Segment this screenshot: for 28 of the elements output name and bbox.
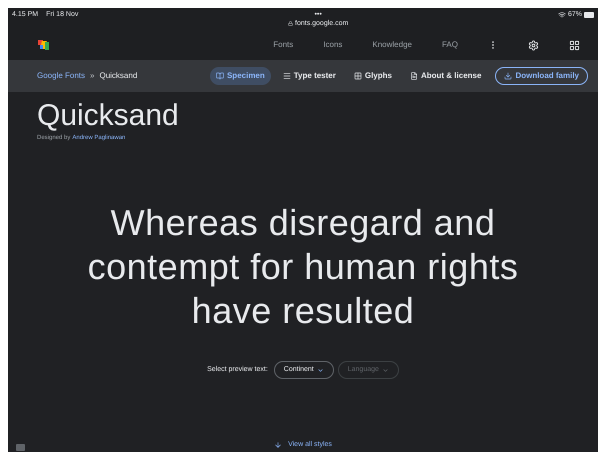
nav-link[interactable]: Knowledge (372, 39, 412, 51)
wifi-icon (558, 11, 566, 20)
caret-icon (382, 366, 389, 374)
breadcrumb-current: Quicksand (99, 70, 138, 82)
caret-icon (316, 366, 324, 374)
download-icon (504, 72, 512, 80)
lines-icon (282, 72, 291, 80)
tab[interactable]: About & license (404, 67, 488, 85)
nav-link[interactable]: Icons (323, 39, 342, 51)
document-icon (410, 72, 418, 80)
download-button[interactable]: Download family (495, 67, 588, 85)
book-icon (216, 72, 224, 80)
breadcrumb-link[interactable]: Google Fonts (37, 70, 86, 82)
font-title: Quicksand (37, 100, 180, 132)
nav-link[interactable]: Fonts (273, 39, 294, 51)
tab[interactable]: Type tester (276, 67, 342, 85)
tab[interactable]: Glyphs (348, 67, 398, 85)
logo-icon (38, 40, 50, 50)
tab[interactable]: Specimen (210, 67, 271, 85)
nav-link[interactable]: FAQ (442, 39, 458, 51)
battery-icon (584, 12, 594, 18)
breadcrumb-separator: » (90, 70, 94, 82)
arrow-down-icon (274, 440, 282, 449)
apps-grid-icon[interactable] (569, 40, 580, 50)
grid-icon (354, 72, 362, 80)
preview-text: Whereas disregard and contempt for human rights have resulted (86, 201, 520, 333)
settings-icon[interactable] (528, 40, 539, 50)
lock-icon (288, 21, 294, 26)
